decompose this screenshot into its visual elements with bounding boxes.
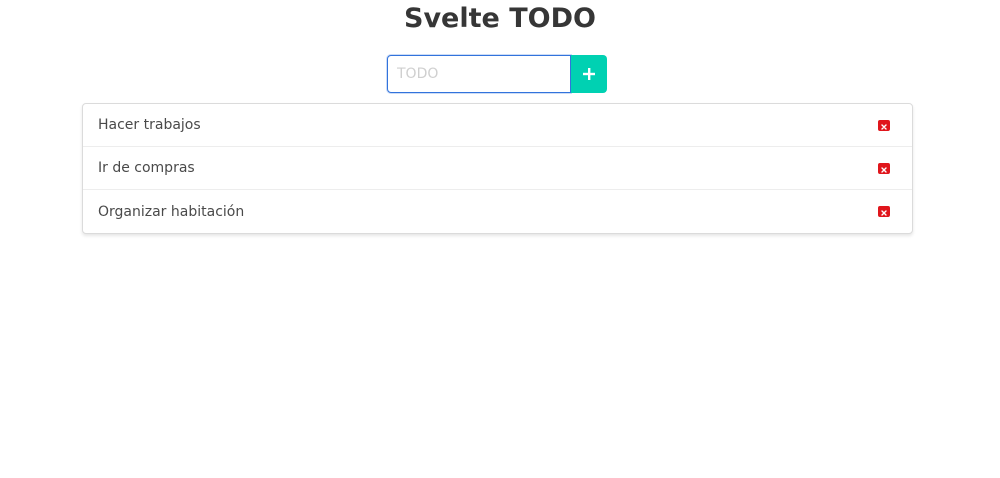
todo-item: Organizar habitación [83,190,912,233]
add-todo-button[interactable] [571,55,607,93]
todo-app: Svelte TODO Hacer trabajos [0,0,1000,478]
todo-item: Ir de compras [83,147,912,190]
todo-item-label: Organizar habitación [98,203,245,220]
delete-todo-button[interactable] [878,118,890,133]
close-icon [881,118,887,133]
delete-todo-button[interactable] [878,206,890,217]
close-icon [881,161,887,176]
add-todo-form [387,55,607,93]
todo-item-label: Hacer trabajos [98,117,201,133]
todo-input[interactable] [387,55,571,93]
plus-icon [583,68,595,80]
close-icon [881,204,887,219]
todo-item-label: Ir de compras [98,160,195,176]
todo-item: Hacer trabajos [83,104,912,147]
todo-list: Hacer trabajos Ir de compras Organizar h… [82,103,913,234]
delete-todo-button[interactable] [878,161,890,176]
page-title: Svelte TODO [404,3,596,34]
